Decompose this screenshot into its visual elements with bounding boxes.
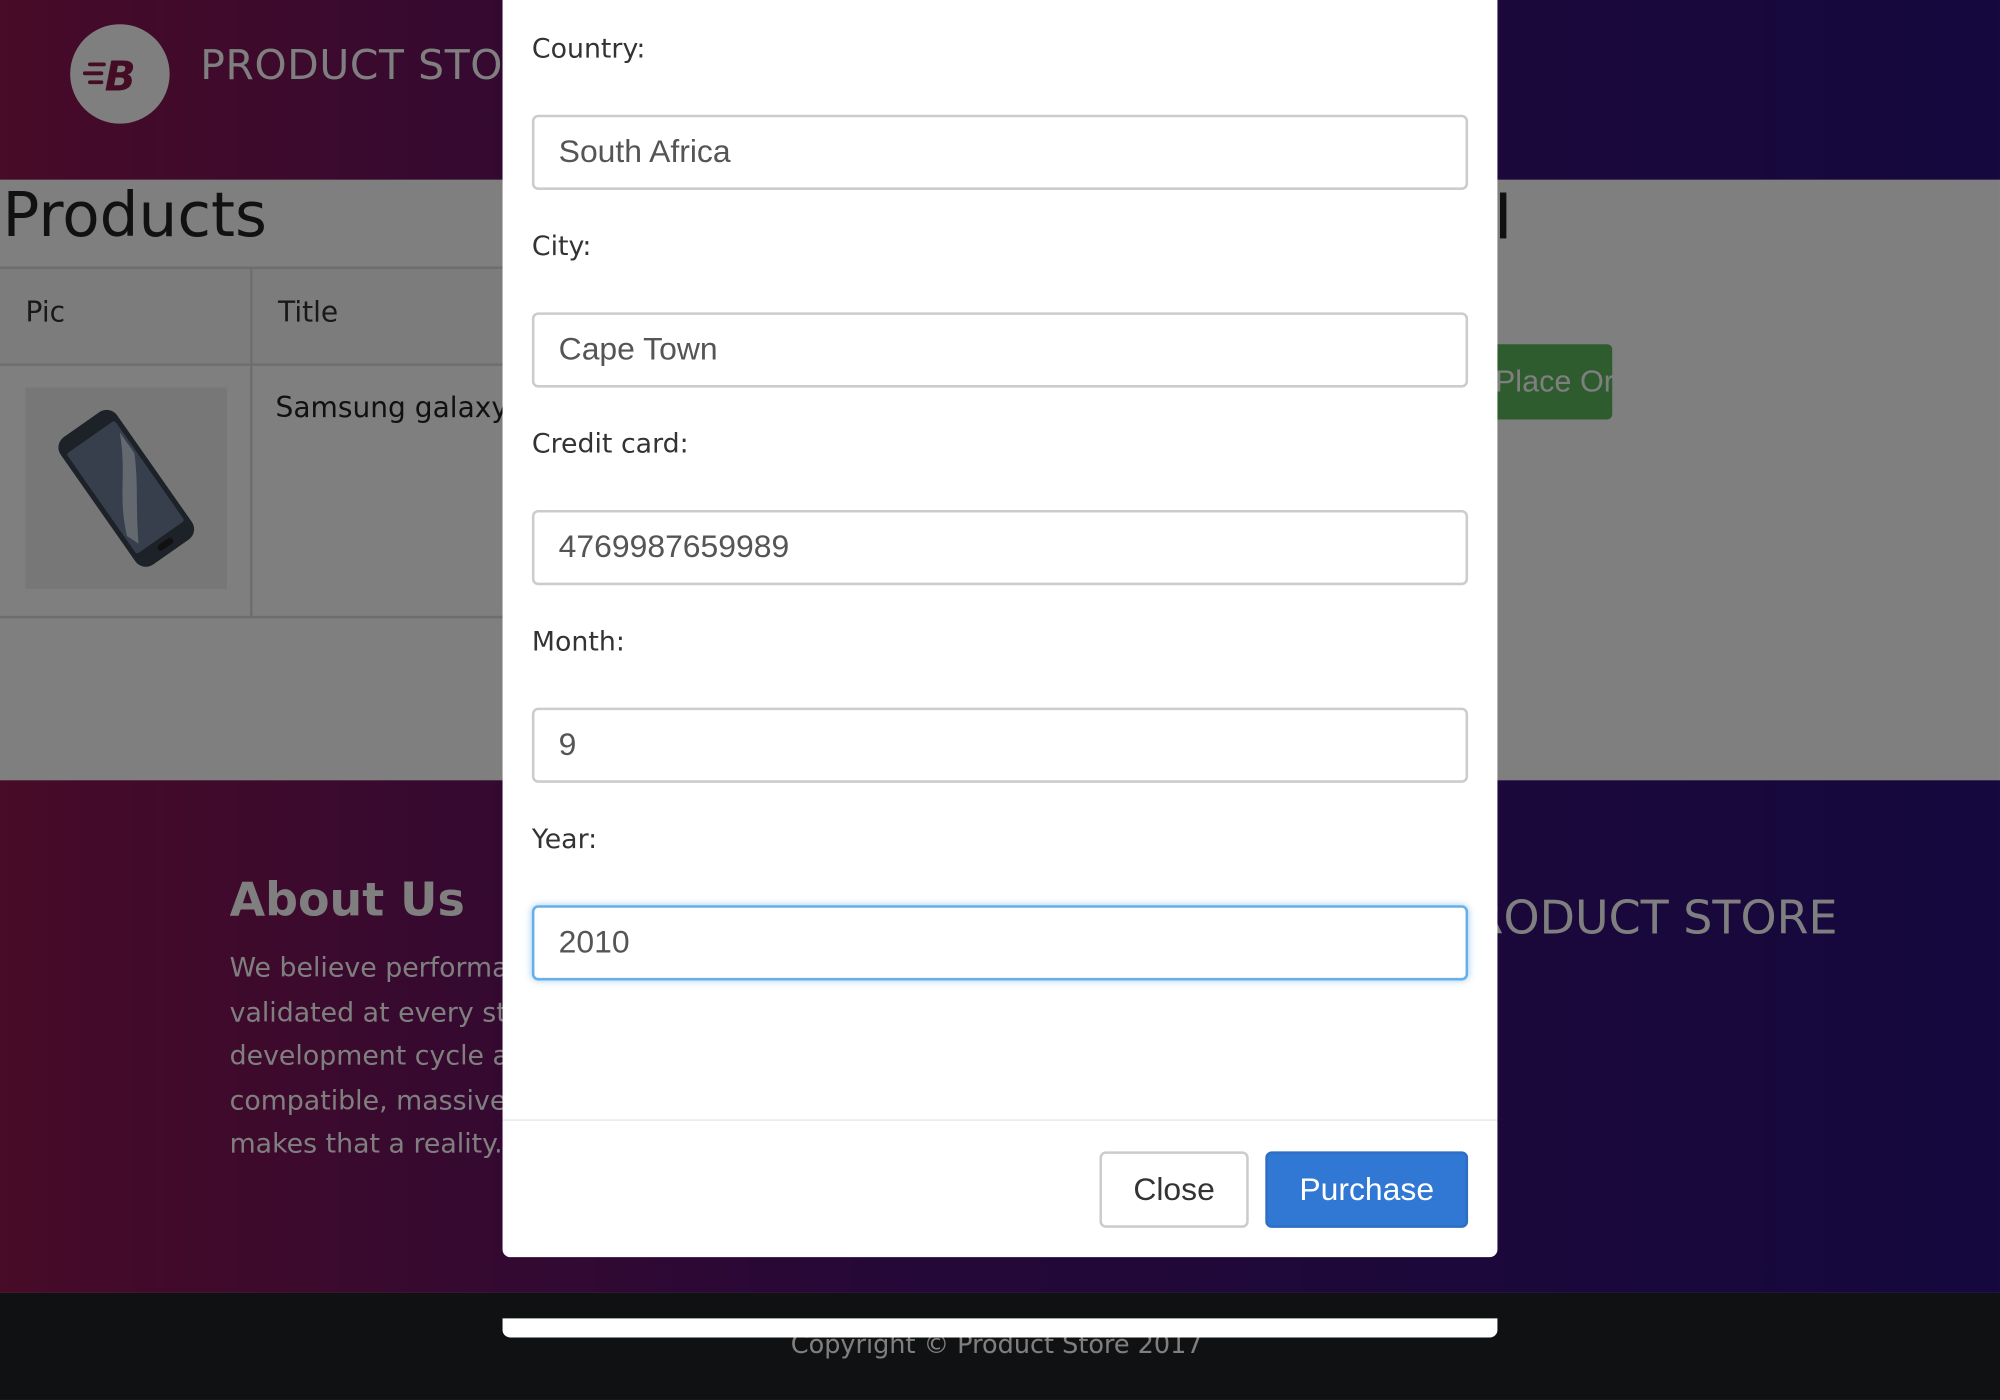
city-label: City: <box>531 230 592 262</box>
credit-card-label: Credit card: <box>531 428 689 459</box>
month-input[interactable] <box>531 707 1469 783</box>
modal-shadow-strip <box>502 1318 1498 1338</box>
year-label: Year: <box>531 823 598 855</box>
place-order-modal: Country: City: Credit card: Month: Year:… <box>502 0 1498 1258</box>
month-label: Month: <box>531 626 625 657</box>
screen: B PRODUCT STORE Products Pic Title Place… <box>0 0 2000 1400</box>
modal-footer-divider <box>502 1119 1498 1121</box>
close-button[interactable]: Close <box>1099 1151 1249 1228</box>
city-input[interactable] <box>531 312 1469 388</box>
country-label: Country: <box>531 33 646 64</box>
year-input[interactable] <box>531 905 1469 981</box>
credit-card-input[interactable] <box>531 510 1469 586</box>
purchase-button[interactable]: Purchase <box>1265 1151 1469 1228</box>
country-input[interactable] <box>531 114 1469 190</box>
